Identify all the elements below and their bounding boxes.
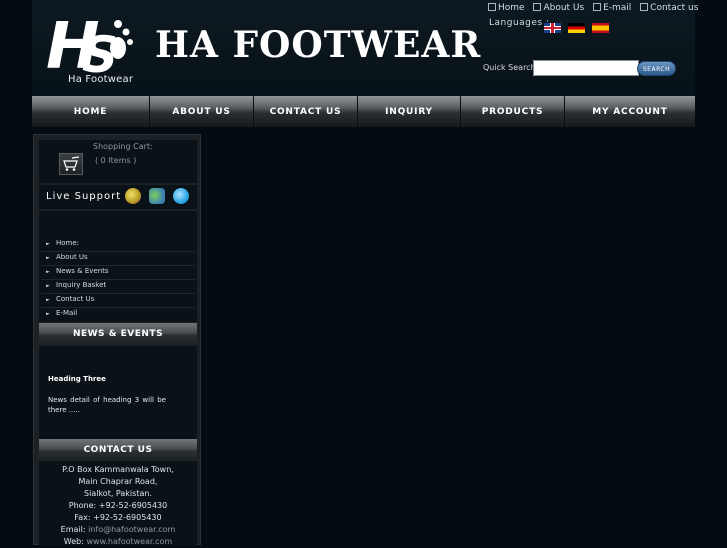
sidebar-link-label: About Us — [56, 253, 88, 261]
nav-products[interactable]: PRODUCTS — [461, 96, 565, 127]
news-events-heading: NEWS & EVENTS — [39, 323, 197, 345]
top-link-about-label: About Us — [543, 3, 585, 13]
contact-phone: Phone: +92-52-6905430 — [68, 501, 168, 510]
uk-flag-icon[interactable] — [544, 22, 561, 33]
mail-icon — [593, 3, 602, 11]
news-item-title[interactable]: Heading Three — [48, 375, 106, 383]
nav-home[interactable]: HOME — [32, 96, 150, 127]
nav-contact-us[interactable]: CONTACT US — [254, 96, 358, 127]
bullet-arrow-icon: ► — [46, 311, 50, 317]
site-header: H S Ha Footwear HA FOOTWEAR Home About U… — [32, 0, 698, 96]
contact-email-link[interactable]: info@hafootwear.com — [88, 525, 175, 534]
top-link-contact[interactable]: Contact us — [640, 3, 698, 13]
contact-address-line: Sialkot, Pakistan. — [84, 489, 152, 498]
sidebar-link-contact-us[interactable]: ► Contact Us — [41, 294, 195, 308]
sidebar-link-inquiry-basket[interactable]: ► Inquiry Basket — [41, 280, 195, 294]
top-link-home-label: Home — [498, 3, 525, 13]
top-links: Home About Us E-mail Contact us — [488, 3, 704, 13]
sidebar-link-about-us[interactable]: ► About Us — [41, 252, 195, 266]
sidebar-link-email[interactable]: ► E-Mail — [41, 308, 195, 321]
document-icon — [533, 3, 542, 11]
logo-subtext: Ha Footwear — [68, 74, 134, 85]
contact-web-row: Web: www.hafootwear.com — [39, 536, 197, 548]
contact-fax: Fax: +92-52-6905430 — [74, 513, 162, 522]
contact-email-label: Email: — [60, 525, 86, 534]
home-icon — [488, 3, 496, 11]
languages-label: Languages : — [489, 18, 550, 28]
brand-title[interactable]: HA FOOTWEAR — [155, 24, 481, 66]
news-events-panel: Heading Three News detail of heading 3 w… — [39, 346, 197, 439]
cart-count: ( 0 Items ) — [95, 156, 137, 165]
contact-us-heading: CONTACT US — [39, 439, 197, 461]
live-support-bar: Live Support : — [39, 185, 197, 209]
bullet-arrow-icon: ► — [46, 297, 50, 303]
sidebar-link-label: E-Mail — [56, 309, 78, 317]
top-link-email[interactable]: E-mail — [593, 3, 631, 13]
yahoo-messenger-icon[interactable] — [125, 188, 141, 204]
search-button[interactable]: SEARCH — [637, 61, 676, 76]
german-flag-icon[interactable] — [568, 22, 586, 33]
top-link-contact-label: Contact us — [650, 3, 699, 13]
bullet-arrow-icon: ► — [46, 241, 50, 247]
nav-about-us[interactable]: ABOUT US — [150, 96, 254, 127]
sidebar-link-news-events[interactable]: ► News & Events — [41, 266, 195, 280]
spanish-flag-icon[interactable] — [592, 22, 610, 33]
sidebar-link-home[interactable]: ► Home: — [41, 238, 195, 252]
main-nav: HOME ABOUT US CONTACT US INQUIRY PRODUCT… — [32, 96, 695, 127]
contact-address-line: Main Chaprar Road, — [78, 477, 158, 486]
shopping-cart-box[interactable]: Shopping Cart: ( 0 Items ) — [39, 140, 197, 183]
sidebar-links: ► Home: ► About Us ► News & Events ► Inquiry… — [39, 211, 197, 322]
sidebar-link-label: News & Events — [56, 267, 109, 275]
sidebar-link-label: Home: — [56, 239, 80, 247]
quick-search-label: Quick Search — [483, 63, 536, 72]
sidebar: Shopping Cart: ( 0 Items ) Live Support … — [33, 134, 201, 546]
cart-icon[interactable] — [59, 153, 83, 175]
nav-inquiry[interactable]: INQUIRY — [358, 96, 461, 127]
bullet-arrow-icon: ► — [46, 269, 50, 275]
sidebar-link-label: Contact Us — [56, 295, 95, 303]
language-flags — [544, 17, 611, 36]
news-item-text: News detail of heading 3 will be there .… — [48, 396, 166, 414]
bullet-arrow-icon: ► — [46, 255, 50, 261]
contact-email-row: Email: info@hafootwear.com — [39, 524, 197, 536]
sidebar-link-label: Inquiry Basket — [56, 281, 107, 289]
top-link-email-label: E-mail — [603, 3, 632, 13]
bullet-arrow-icon: ► — [46, 283, 50, 289]
contact-icon — [640, 3, 649, 11]
live-support-label: Live Support : — [46, 191, 130, 202]
top-link-home[interactable]: Home — [488, 3, 525, 13]
contact-panel: P.O Box Kammanwala Town, Main Chaprar Ro… — [39, 461, 197, 546]
top-link-about[interactable]: About Us — [533, 3, 584, 13]
cart-glyph — [63, 156, 80, 171]
contact-address-line: P.O Box Kammanwala Town, — [62, 465, 174, 474]
msn-messenger-icon[interactable] — [149, 188, 165, 204]
skype-icon[interactable] — [173, 188, 189, 204]
page: H S Ha Footwear HA FOOTWEAR Home About U… — [32, 0, 698, 546]
cart-title: Shopping Cart: — [93, 142, 153, 151]
search-input[interactable] — [533, 60, 639, 76]
nav-my-account[interactable]: MY ACCOUNT — [565, 96, 695, 127]
